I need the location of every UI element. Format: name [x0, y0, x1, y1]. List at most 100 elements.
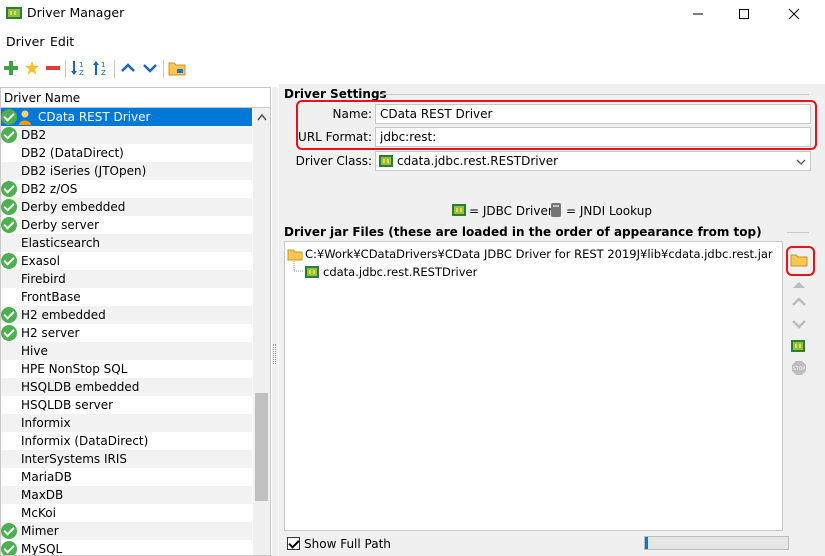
driver-list-item[interactable]: DB2 z/OS [1, 180, 252, 198]
favorite-button[interactable] [22, 58, 42, 78]
section-divider [787, 232, 809, 233]
move-jar-up-button[interactable] [788, 292, 810, 312]
driver-list-item-label: Exasol [21, 254, 60, 268]
driver-list-item[interactable]: Exasol [1, 252, 252, 270]
driver-list-item[interactable]: Derby server [1, 216, 252, 234]
add-jar-folder-button[interactable] [788, 250, 810, 270]
toolbar-separator [65, 60, 66, 78]
menu-bar: Driver Edit [0, 30, 825, 52]
splitter-grip[interactable] [273, 344, 276, 364]
driver-settings-title: Driver Settings [284, 87, 387, 101]
check-icon [1, 253, 17, 269]
driver-list-item-label: McKoi [21, 506, 56, 520]
menu-edit[interactable]: Edit [50, 34, 74, 49]
maximize-button[interactable] [721, 0, 767, 27]
driver-class-label: Driver Class: [295, 154, 372, 168]
driver-list-item-label: MariaDB [21, 470, 72, 484]
driver-list-item-label: InterSystems IRIS [21, 452, 128, 466]
driver-list-item[interactable]: Informix (DataDirect) [1, 432, 252, 450]
add-driver-button[interactable] [1, 58, 21, 78]
remove-icon [46, 66, 60, 70]
driver-list-item[interactable]: H2 embedded [1, 306, 252, 324]
svg-text:Z: Z [79, 69, 84, 77]
folder-icon [790, 254, 808, 267]
driver-list-item[interactable]: CData REST Driver [1, 108, 252, 126]
jar-files-tree[interactable]: C:¥Work¥CDataDrivers¥CData JDBC Driver f… [284, 241, 783, 531]
driver-list-item-label: Derby server [21, 218, 100, 232]
driver-list-item[interactable]: FrontBase [1, 288, 252, 306]
driver-list-item-label: HSQLDB embedded [21, 380, 140, 394]
window-title: Driver Manager [27, 5, 125, 20]
jar-driver-class[interactable]: cdata.jdbc.rest.RESTDriver [323, 265, 477, 279]
svg-text:1: 1 [79, 61, 83, 69]
move-down-button[interactable] [140, 58, 160, 78]
stop-button[interactable]: STOP [788, 358, 810, 378]
open-folder-button[interactable] [167, 58, 187, 78]
driver-list-item[interactable]: DB2 [1, 126, 252, 144]
check-icon [1, 127, 17, 143]
progress-bar [644, 536, 789, 550]
find-drivers-button[interactable] [788, 336, 810, 356]
highlight-box [296, 100, 817, 150]
show-full-path-checkbox[interactable] [287, 537, 300, 550]
chevron-down-icon [796, 159, 806, 165]
scroll-up-button[interactable] [253, 108, 270, 125]
double-chevron-up-icon [793, 282, 805, 288]
driver-list-item-label: Mimer [21, 524, 59, 538]
driver-list-item[interactable]: DB2 iSeries (JTOpen) [1, 162, 252, 180]
driver-list-item[interactable]: MariaDB [1, 468, 252, 486]
driver-list-header[interactable]: Driver Name [1, 88, 270, 108]
jdbc-driver-icon [452, 204, 466, 216]
driver-list-item[interactable]: InterSystems IRIS [1, 450, 252, 468]
show-full-path-label[interactable]: Show Full Path [304, 537, 391, 551]
driver-list-item-label: HPE NonStop SQL [21, 362, 128, 376]
sort-asc-icon: 1Z [71, 61, 84, 77]
check-icon [1, 217, 17, 233]
check-icon [1, 325, 17, 341]
driver-list-item[interactable]: HPE NonStop SQL [1, 360, 252, 378]
driver-list-item-label: FrontBase [21, 290, 81, 304]
driver-list-item[interactable]: MaxDB [1, 486, 252, 504]
sort-ascending-button[interactable]: 1Z [69, 58, 89, 78]
menu-driver[interactable]: Driver [6, 34, 44, 49]
jar-file-path[interactable]: C:¥Work¥CDataDrivers¥CData JDBC Driver f… [305, 247, 773, 261]
scrollbar-thumb[interactable] [255, 393, 268, 501]
move-up-button[interactable] [118, 58, 138, 78]
star-icon [25, 61, 39, 75]
jdbc-driver-icon [6, 6, 22, 20]
check-icon [1, 109, 17, 125]
driver-list-scrollbar[interactable] [253, 108, 270, 555]
toolbar-separator [163, 60, 164, 78]
driver-list-item[interactable]: McKoi [1, 504, 252, 522]
folder-icon [168, 62, 186, 76]
pane-splitter[interactable] [272, 87, 278, 556]
driver-list-item[interactable]: Hive [1, 342, 252, 360]
check-icon [1, 307, 17, 323]
driver-list-item[interactable]: Informix [1, 414, 252, 432]
jar-files-title: Driver jar Files (these are loaded in th… [284, 225, 762, 239]
driver-list-item[interactable]: MySQL [1, 540, 252, 555]
driver-list-item[interactable]: H2 server [1, 324, 252, 342]
driver-list-item-label: Elasticsearch [21, 236, 101, 250]
driver-list-item[interactable]: Elasticsearch [1, 234, 252, 252]
remove-driver-button[interactable] [43, 58, 63, 78]
driver-list-item[interactable]: Derby embedded [1, 198, 252, 216]
minimize-button[interactable] [675, 0, 721, 27]
driver-list-item[interactable]: Mimer [1, 522, 252, 540]
check-icon [1, 523, 17, 539]
close-button[interactable] [771, 0, 817, 27]
driver-class-select[interactable]: cdata.jdbc.rest.RESTDriver [375, 151, 811, 171]
driver-list-item-label: CData REST Driver [38, 110, 151, 124]
move-jar-down-button[interactable] [788, 314, 810, 334]
driver-list-item-label: HSQLDB server [21, 398, 114, 412]
driver-list-item[interactable]: DB2 (DataDirect) [1, 144, 252, 162]
driver-list-item[interactable]: Firebird [1, 270, 252, 288]
driver-list-item[interactable]: HSQLDB server [1, 396, 252, 414]
sort-descending-button[interactable]: 1Z [91, 58, 111, 78]
title-bar: Driver Manager [0, 0, 825, 27]
driver-list-item-label: DB2 z/OS [21, 182, 78, 196]
driver-list-item[interactable]: HSQLDB embedded [1, 378, 252, 396]
section-divider [379, 94, 809, 95]
chevron-up-icon [256, 113, 267, 120]
column-header-driver-name: Driver Name [4, 91, 81, 105]
